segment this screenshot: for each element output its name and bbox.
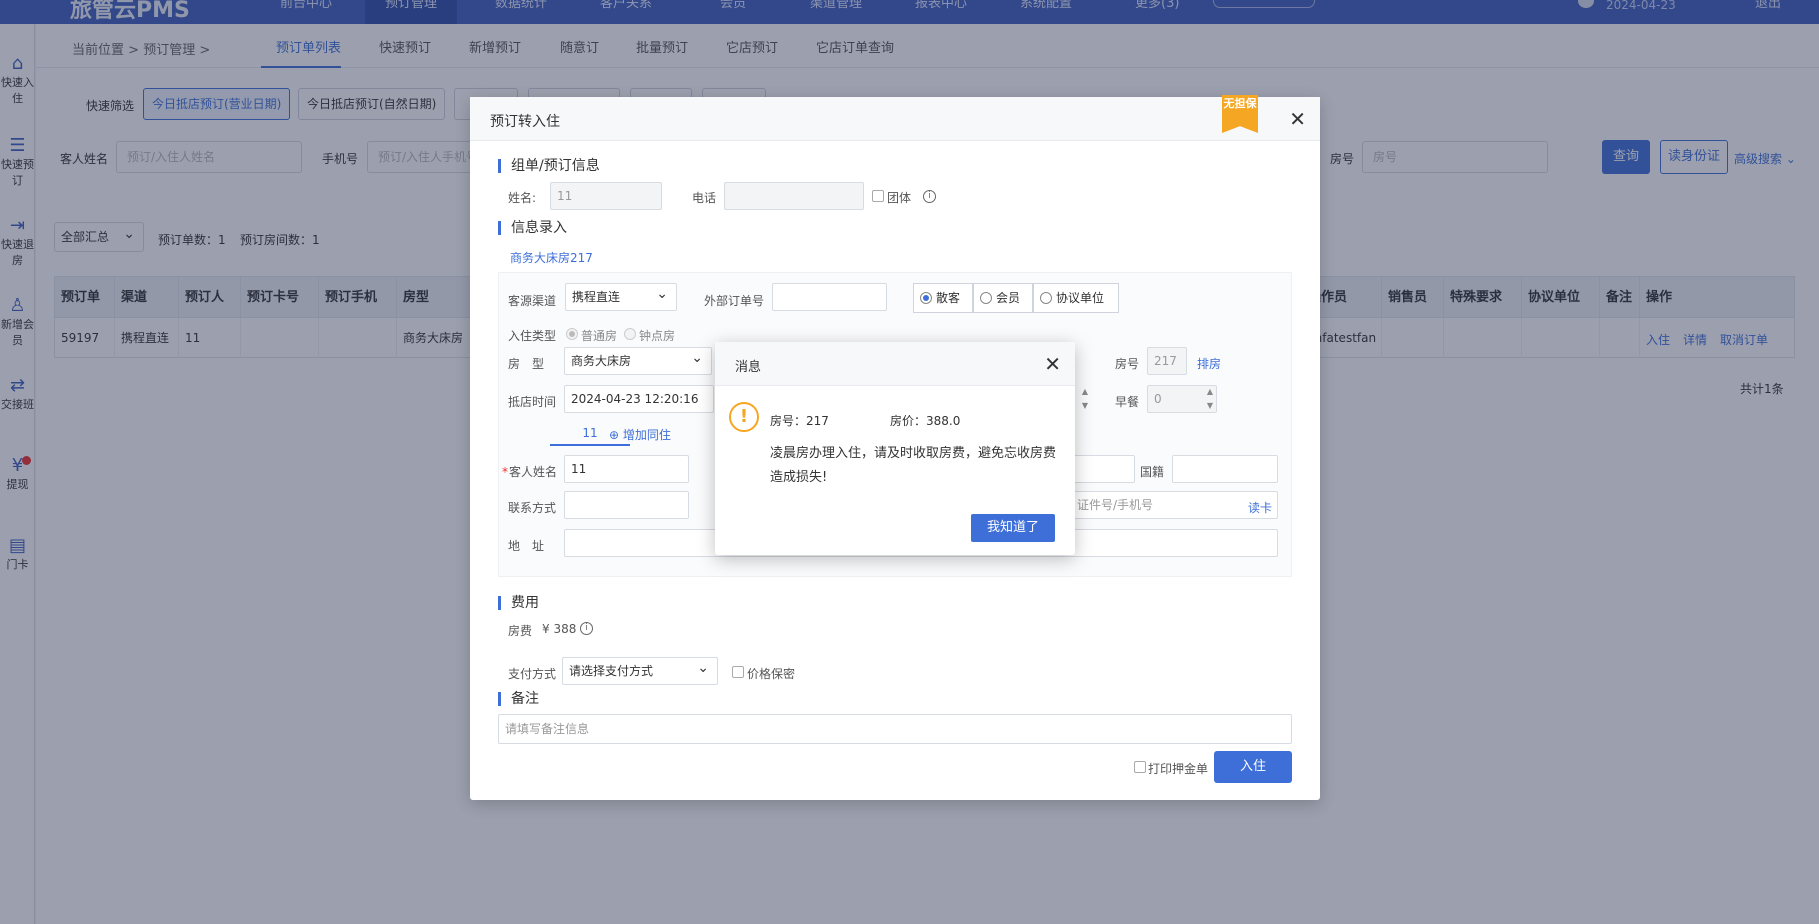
phone-field[interactable] xyxy=(724,182,864,210)
fee-info-icon[interactable]: i xyxy=(580,622,593,635)
pay-label: 支付方式 xyxy=(508,667,557,681)
team-label: 团体 xyxy=(887,191,912,205)
guest-type-member[interactable]: 会员 xyxy=(973,283,1033,313)
contact-input[interactable] xyxy=(564,491,689,519)
name-label: 姓名: xyxy=(508,191,537,205)
room-type-label: 房 型 xyxy=(508,357,545,371)
message-header: 消息 ✕ xyxy=(715,342,1075,386)
add-guest-button[interactable]: ⊕ 增加同住 xyxy=(609,426,671,443)
phone-label: 电话 xyxy=(692,191,717,205)
contact-label: 联系方式 xyxy=(508,501,557,515)
room-no-field[interactable]: 217 xyxy=(1147,347,1187,375)
team-checkbox[interactable] xyxy=(872,190,884,202)
gender-field[interactable] xyxy=(1070,455,1135,483)
ok-button[interactable]: 我知道了 xyxy=(971,514,1055,542)
guest-name-input[interactable]: 11 xyxy=(564,455,689,483)
member-radio[interactable] xyxy=(980,292,992,304)
assign-room-link[interactable]: 排房 xyxy=(1197,355,1221,372)
guest-type-agreement[interactable]: 协议单位 xyxy=(1033,283,1119,313)
normal-room-radio[interactable] xyxy=(566,328,578,340)
section-info-title: 信息录入 xyxy=(498,221,567,235)
print-deposit-label: 打印押金单 xyxy=(1148,762,1209,776)
stepper-a[interactable]: ▲ ▼ xyxy=(1078,385,1092,413)
room-no-label: 房号 xyxy=(1115,357,1140,371)
fee-label: 房费 xyxy=(508,624,533,638)
message-room: 房号：217 xyxy=(770,414,829,428)
normal-room-label: 普通房 xyxy=(581,329,618,343)
message-text: 凌晨房办理入住，请及时收取房费，避免忘收房费造成损失! xyxy=(770,446,1057,485)
nationality-label: 国籍 xyxy=(1140,465,1165,479)
dialog-header: 预订转入住 ✕ xyxy=(470,97,1320,141)
close-icon[interactable]: ✕ xyxy=(1289,107,1306,131)
source-select[interactable]: 携程直连 xyxy=(565,283,677,311)
source-label: 客源渠道 xyxy=(508,294,557,308)
arrive-label: 抵店时间 xyxy=(508,395,557,409)
checkin-type-label: 入住类型 xyxy=(508,329,557,343)
hourly-room-radio[interactable] xyxy=(624,328,636,340)
breakfast-spin[interactable]: ▲ ▼ xyxy=(1203,385,1217,413)
print-deposit-checkbox[interactable] xyxy=(1134,761,1146,773)
arrive-time-input[interactable]: 2024-04-23 12:20:16 xyxy=(564,385,714,413)
nationality-input[interactable] xyxy=(1172,455,1278,483)
section-group-title: 组单/预订信息 xyxy=(498,159,600,173)
warning-icon: ! xyxy=(729,402,759,432)
price-secret-label: 价格保密 xyxy=(747,667,796,681)
name-field[interactable]: 11 xyxy=(550,182,662,210)
read-card-link[interactable]: 读卡 xyxy=(1248,499,1272,516)
agreement-radio[interactable] xyxy=(1040,292,1052,304)
info-icon[interactable]: i xyxy=(923,190,936,203)
checkin-button[interactable]: 入住 xyxy=(1214,751,1292,783)
fee-value: ¥ 388 xyxy=(542,622,577,636)
ext-order-input[interactable] xyxy=(772,283,887,311)
message-price: 房价：388.0 xyxy=(890,414,961,428)
message-title: 消息 xyxy=(735,360,762,375)
hourly-room-label: 钟点房 xyxy=(639,329,676,343)
guest-name-label: 客人姓名 xyxy=(502,463,557,480)
tab-room-217[interactable]: 商务大床房217 xyxy=(510,249,599,274)
walkin-radio[interactable] xyxy=(920,292,932,304)
dialog-title: 预订转入住 xyxy=(490,114,560,130)
message-dialog: 消息 ✕ ! 房号：217 房价：388.0 凌晨房办理入住，请及时收取房费，避… xyxy=(715,342,1075,555)
pay-method-select[interactable]: 请选择支付方式 xyxy=(562,657,718,685)
room-type-select[interactable]: 商务大床房 xyxy=(564,347,712,375)
close-icon[interactable]: ✕ xyxy=(1044,352,1061,376)
section-remark-title: 备注 xyxy=(498,692,539,706)
ext-order-label: 外部订单号 xyxy=(704,294,765,308)
guest-type-walkin[interactable]: 散客 xyxy=(913,283,973,313)
breakfast-label: 早餐 xyxy=(1115,395,1140,409)
remark-input[interactable]: 请填写备注信息 xyxy=(498,714,1292,744)
idcard-input[interactable]: 证件号/手机号 xyxy=(1070,491,1278,519)
price-secret-checkbox[interactable] xyxy=(732,666,744,678)
address-label: 地 址 xyxy=(508,539,545,553)
section-fee-title: 费用 xyxy=(498,596,539,610)
